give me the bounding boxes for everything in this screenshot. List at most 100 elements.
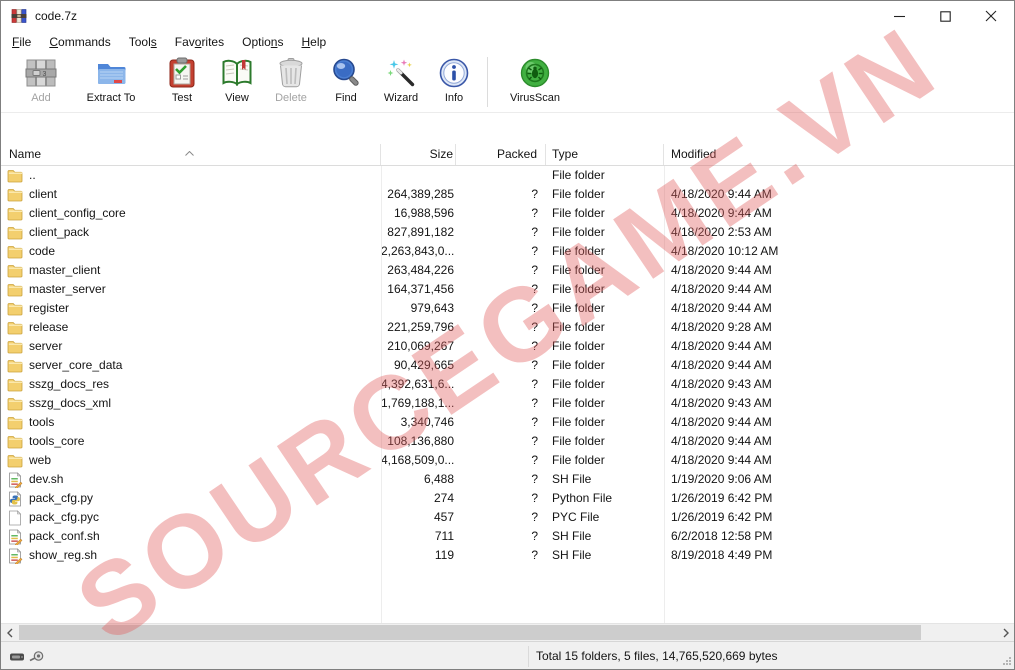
- file-name: tools_core: [29, 432, 84, 451]
- status-separator: [528, 646, 529, 667]
- folder-icon: [7, 301, 23, 317]
- menu-tools[interactable]: Tools: [120, 32, 166, 52]
- file-size: 2,263,843,0...: [381, 242, 456, 261]
- menu-favorites[interactable]: Favorites: [166, 32, 233, 52]
- scrollbar-thumb[interactable]: [19, 625, 921, 640]
- file-icon: [7, 358, 23, 374]
- list-item[interactable]: .. File folder: [1, 166, 1014, 185]
- file-size: 16,988,596: [381, 204, 456, 223]
- file-modified: 4/18/2020 9:28 AM: [664, 318, 1014, 337]
- resize-grip[interactable]: [1002, 655, 1012, 669]
- column-type[interactable]: Type: [546, 144, 664, 165]
- list-item[interactable]: server 210,069,267 ? File folder 4/18/20…: [1, 337, 1014, 356]
- shell-script-icon: [7, 548, 23, 564]
- menu-help[interactable]: Help: [292, 32, 335, 52]
- list-item[interactable]: pack_conf.sh 711 ? SH File 6/2/2018 12:5…: [1, 527, 1014, 546]
- file-name: client_pack: [29, 223, 89, 242]
- list-item[interactable]: show_reg.sh 119 ? SH File 8/19/2018 4:49…: [1, 546, 1014, 565]
- file-packed: ?: [456, 470, 546, 489]
- view-button[interactable]: View: [211, 53, 263, 104]
- find-magnifier-icon: [330, 57, 362, 89]
- column-packed[interactable]: Packed: [456, 144, 546, 165]
- file-type: File folder: [546, 413, 664, 432]
- file-icon: [7, 282, 23, 298]
- list-item[interactable]: release 221,259,796 ? File folder 4/18/2…: [1, 318, 1014, 337]
- minimize-button[interactable]: [876, 1, 922, 31]
- file-type: SH File: [546, 546, 664, 565]
- close-button[interactable]: [968, 1, 1014, 31]
- list-item[interactable]: register 979,643 ? File folder 4/18/2020…: [1, 299, 1014, 318]
- folder-icon: [7, 225, 23, 241]
- file-modified: 4/18/2020 9:44 AM: [664, 451, 1014, 470]
- file-icon: [7, 187, 23, 203]
- list-item[interactable]: web 4,168,509,0... ? File folder 4/18/20…: [1, 451, 1014, 470]
- menu-options[interactable]: Options: [233, 32, 292, 52]
- key-icon: [28, 649, 45, 668]
- list-item[interactable]: server_core_data 90,429,665 ? File folde…: [1, 356, 1014, 375]
- wizard-button[interactable]: Wizard: [373, 53, 429, 104]
- menu-commands[interactable]: Commands: [40, 32, 119, 52]
- file-name: ..: [29, 166, 36, 185]
- extract-to-button[interactable]: Extract To: [69, 53, 153, 104]
- file-name: master_server: [29, 280, 106, 299]
- find-button[interactable]: Find: [319, 53, 373, 104]
- file-type: File folder: [546, 242, 664, 261]
- scroll-right-arrow[interactable]: [997, 624, 1014, 641]
- list-item[interactable]: tools 3,340,746 ? File folder 4/18/2020 …: [1, 413, 1014, 432]
- folder-icon: [7, 434, 23, 450]
- file-size: 457: [381, 508, 456, 527]
- info-icon: [438, 57, 470, 89]
- virusscan-button[interactable]: VirusScan: [496, 53, 574, 104]
- file-size: 274: [381, 489, 456, 508]
- file-size: 210,069,267: [381, 337, 456, 356]
- list-item[interactable]: master_client 263,484,226 ? File folder …: [1, 261, 1014, 280]
- file-size: 711: [381, 527, 456, 546]
- list-item[interactable]: client 264,389,285 ? File folder 4/18/20…: [1, 185, 1014, 204]
- file-icon: [7, 472, 23, 488]
- file-type: File folder: [546, 394, 664, 413]
- delete-button: Delete: [263, 53, 319, 104]
- list-item[interactable]: tools_core 108,136,880 ? File folder 4/1…: [1, 432, 1014, 451]
- file-modified: 4/18/2020 9:44 AM: [664, 204, 1014, 223]
- list-item[interactable]: pack_cfg.pyc 457 ? PYC File 1/26/2019 6:…: [1, 508, 1014, 527]
- shell-script-icon: [7, 472, 23, 488]
- file-modified: 8/19/2018 4:49 PM: [664, 546, 1014, 565]
- maximize-button[interactable]: [922, 1, 968, 31]
- file-modified: 4/18/2020 9:44 AM: [664, 337, 1014, 356]
- toolbar-separator: [487, 57, 488, 107]
- file-packed: ?: [456, 261, 546, 280]
- info-button[interactable]: Info: [429, 53, 479, 104]
- file-modified: 4/18/2020 9:43 AM: [664, 394, 1014, 413]
- list-item[interactable]: pack_cfg.py 274 ? Python File 1/26/2019 …: [1, 489, 1014, 508]
- list-item[interactable]: master_server 164,371,456 ? File folder …: [1, 280, 1014, 299]
- folder-icon: [7, 282, 23, 298]
- file-icon: [7, 377, 23, 393]
- column-size[interactable]: Size: [381, 144, 456, 165]
- file-icon: [7, 548, 23, 564]
- file-name: show_reg.sh: [29, 546, 97, 565]
- file-size: 263,484,226: [381, 261, 456, 280]
- file-size: 1,769,188,1...: [381, 394, 456, 413]
- list-item[interactable]: sszg_docs_res 4,392,631,6... ? File fold…: [1, 375, 1014, 394]
- add-archive-icon: 3: [25, 57, 57, 89]
- horizontal-scrollbar[interactable]: [1, 623, 1014, 641]
- list-item[interactable]: code 2,263,843,0... ? File folder 4/18/2…: [1, 242, 1014, 261]
- list-item[interactable]: client_pack 827,891,182 ? File folder 4/…: [1, 223, 1014, 242]
- column-modified[interactable]: Modified: [664, 144, 1014, 165]
- list-item[interactable]: client_config_core 16,988,596 ? File fol…: [1, 204, 1014, 223]
- app-window: code.7z File Commands Tools Favorites Op…: [0, 0, 1015, 670]
- file-icon: [7, 301, 23, 317]
- menu-file[interactable]: File: [3, 32, 40, 52]
- test-button[interactable]: Test: [153, 53, 211, 104]
- file-modified: 1/26/2019 6:42 PM: [664, 489, 1014, 508]
- file-modified: 4/18/2020 9:44 AM: [664, 299, 1014, 318]
- file-size: 164,371,456: [381, 280, 456, 299]
- list-item[interactable]: dev.sh 6,488 ? SH File 1/19/2020 9:06 AM: [1, 470, 1014, 489]
- file-packed: ?: [456, 299, 546, 318]
- title-bar[interactable]: code.7z: [1, 1, 1014, 31]
- file-size: 827,891,182: [381, 223, 456, 242]
- list-item[interactable]: sszg_docs_xml 1,769,188,1... ? File fold…: [1, 394, 1014, 413]
- column-grid-line: [664, 166, 665, 623]
- file-packed: ?: [456, 337, 546, 356]
- scroll-left-arrow[interactable]: [1, 624, 18, 641]
